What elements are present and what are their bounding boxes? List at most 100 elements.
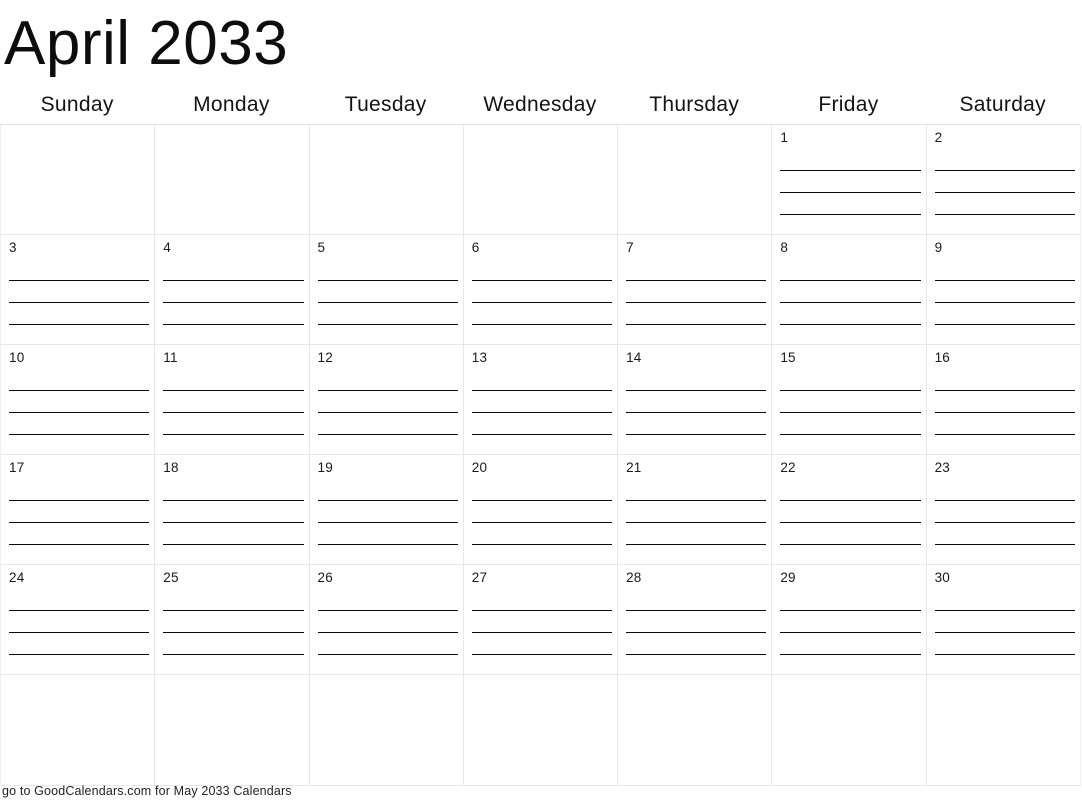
writing-line[interactable] — [471, 369, 613, 392]
day-cell-22[interactable]: 22 — [772, 455, 927, 566]
writing-line[interactable] — [935, 655, 1075, 674]
writing-line[interactable] — [472, 545, 612, 564]
writing-line[interactable] — [9, 413, 150, 436]
writing-line[interactable] — [626, 545, 766, 564]
writing-line[interactable] — [780, 391, 921, 414]
writing-line[interactable] — [163, 523, 304, 546]
writing-line[interactable] — [9, 545, 149, 564]
day-cell-empty[interactable] — [1, 125, 156, 236]
day-cell-2[interactable]: 2 — [926, 125, 1081, 236]
writing-line[interactable] — [780, 589, 921, 612]
writing-line[interactable] — [317, 303, 458, 326]
writing-line[interactable] — [471, 413, 613, 436]
writing-line[interactable] — [472, 435, 612, 454]
writing-line[interactable] — [317, 589, 458, 612]
writing-line[interactable] — [9, 655, 149, 674]
writing-line[interactable] — [471, 589, 613, 612]
writing-line[interactable] — [935, 435, 1075, 454]
writing-line[interactable] — [9, 391, 150, 414]
writing-line[interactable] — [163, 259, 304, 282]
day-cell-13[interactable]: 13 — [463, 345, 619, 456]
writing-line[interactable] — [934, 171, 1075, 193]
writing-line[interactable] — [163, 281, 304, 304]
writing-line[interactable] — [471, 479, 613, 502]
day-cell-empty[interactable] — [772, 675, 927, 786]
writing-line[interactable] — [626, 391, 767, 414]
writing-line[interactable] — [780, 611, 921, 634]
day-cell-27[interactable]: 27 — [463, 565, 619, 676]
writing-line[interactable] — [9, 435, 149, 454]
writing-line[interactable] — [9, 281, 150, 304]
day-cell-17[interactable]: 17 — [1, 455, 156, 566]
day-cell-11[interactable]: 11 — [155, 345, 310, 456]
writing-line[interactable] — [626, 369, 767, 392]
day-cell-19[interactable]: 19 — [309, 455, 464, 566]
writing-line[interactable] — [934, 589, 1075, 612]
writing-line[interactable] — [318, 655, 458, 674]
writing-line[interactable] — [626, 501, 767, 524]
writing-line[interactable] — [9, 611, 150, 634]
day-cell-15[interactable]: 15 — [772, 345, 927, 456]
writing-line[interactable] — [626, 325, 766, 344]
writing-line[interactable] — [780, 413, 921, 436]
writing-line[interactable] — [780, 369, 921, 392]
day-cell-23[interactable]: 23 — [926, 455, 1081, 566]
writing-line[interactable] — [317, 413, 458, 436]
writing-line[interactable] — [163, 303, 304, 326]
writing-line[interactable] — [626, 413, 767, 436]
writing-line[interactable] — [9, 259, 150, 282]
writing-line[interactable] — [780, 193, 921, 215]
writing-line[interactable] — [934, 303, 1075, 326]
day-cell-empty[interactable] — [463, 675, 619, 786]
writing-line[interactable] — [163, 325, 303, 344]
day-cell-empty[interactable] — [618, 125, 773, 236]
writing-line[interactable] — [471, 259, 613, 282]
writing-line[interactable] — [471, 501, 613, 524]
writing-line[interactable] — [317, 259, 458, 282]
writing-line[interactable] — [780, 259, 921, 282]
writing-line[interactable] — [934, 193, 1075, 215]
writing-line[interactable] — [780, 633, 921, 656]
writing-line[interactable] — [626, 589, 767, 612]
writing-line[interactable] — [780, 545, 920, 564]
writing-line[interactable] — [163, 611, 304, 634]
writing-line[interactable] — [471, 611, 613, 634]
writing-line[interactable] — [9, 589, 150, 612]
writing-line[interactable] — [935, 215, 1075, 234]
writing-line[interactable] — [780, 281, 921, 304]
writing-line[interactable] — [934, 369, 1075, 392]
day-cell-16[interactable]: 16 — [926, 345, 1081, 456]
writing-line[interactable] — [9, 479, 150, 502]
day-cell-3[interactable]: 3 — [1, 235, 156, 346]
day-cell-26[interactable]: 26 — [309, 565, 464, 676]
writing-line[interactable] — [163, 413, 304, 436]
writing-line[interactable] — [780, 325, 920, 344]
writing-line[interactable] — [318, 435, 458, 454]
writing-line[interactable] — [780, 479, 921, 502]
day-cell-1[interactable]: 1 — [772, 125, 927, 236]
writing-line[interactable] — [317, 391, 458, 414]
writing-line[interactable] — [163, 655, 303, 674]
writing-line[interactable] — [163, 479, 304, 502]
day-cell-12[interactable]: 12 — [309, 345, 464, 456]
day-cell-8[interactable]: 8 — [772, 235, 927, 346]
writing-line[interactable] — [471, 391, 613, 414]
writing-line[interactable] — [318, 545, 458, 564]
writing-line[interactable] — [934, 259, 1075, 282]
writing-line[interactable] — [780, 655, 920, 674]
writing-line[interactable] — [317, 523, 458, 546]
writing-line[interactable] — [934, 149, 1075, 171]
writing-line[interactable] — [9, 501, 150, 524]
writing-line[interactable] — [317, 281, 458, 304]
writing-line[interactable] — [934, 391, 1075, 414]
day-cell-5[interactable]: 5 — [309, 235, 464, 346]
day-cell-25[interactable]: 25 — [155, 565, 310, 676]
writing-line[interactable] — [471, 523, 613, 546]
day-cell-14[interactable]: 14 — [618, 345, 773, 456]
day-cell-29[interactable]: 29 — [772, 565, 927, 676]
day-cell-empty[interactable] — [155, 675, 310, 786]
writing-line[interactable] — [626, 633, 767, 656]
day-cell-24[interactable]: 24 — [1, 565, 156, 676]
writing-line[interactable] — [780, 303, 921, 326]
writing-line[interactable] — [934, 479, 1075, 502]
